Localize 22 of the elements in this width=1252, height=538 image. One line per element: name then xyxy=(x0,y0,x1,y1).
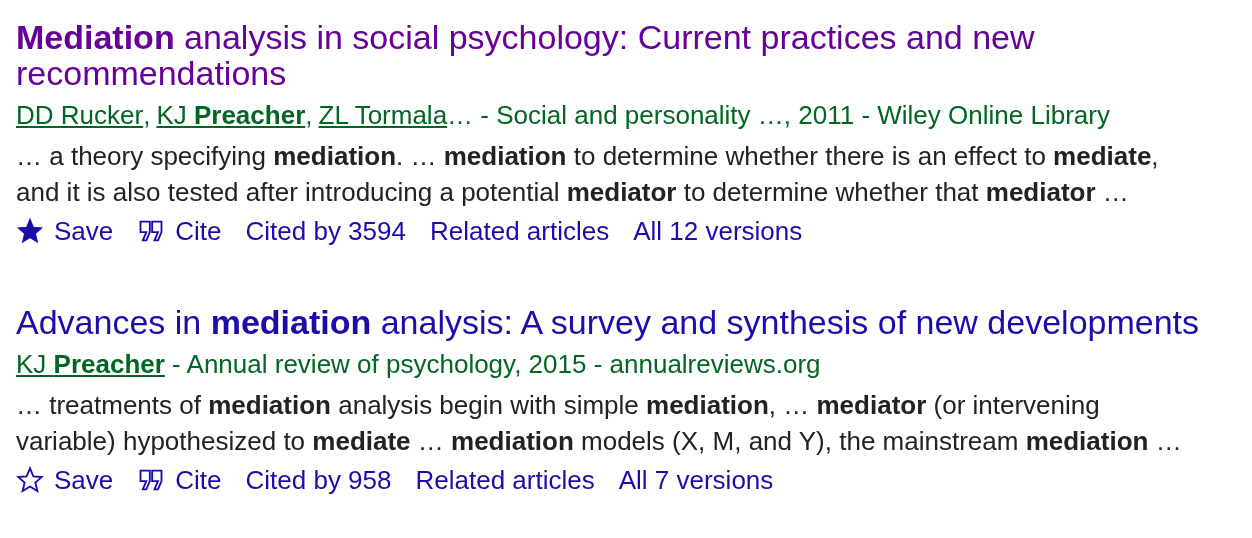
author-link[interactable]: KJ Preacher xyxy=(16,349,165,379)
result-link[interactable]: Cited by 958 xyxy=(245,462,392,498)
author-link[interactable]: KJ Preacher xyxy=(156,100,306,130)
comma-separator: , xyxy=(143,100,151,130)
author-link[interactable]: ZL Tormala xyxy=(318,100,448,130)
result-link[interactable]: Cited by 3594 xyxy=(245,213,406,249)
cite-link[interactable]: Cite xyxy=(137,213,222,249)
source-text: … - Social and personality …, 2011 - Wiley Online Library xyxy=(447,100,1110,130)
result-link[interactable]: Related articles xyxy=(429,213,610,249)
source-text: - Annual review of psychology, 2015 - annualreviews.org xyxy=(171,349,821,379)
cite-link[interactable]: Cite xyxy=(137,462,222,498)
result-snippet: … treatments of mediation analysis begin with simple mediation, … mediator (or intervening variable) hypothesized to mediate … mediation models (X, M, and Y), the mainstream mediation … xyxy=(16,389,1183,458)
result-title-link[interactable]: Advances in mediation analysis: A survey and synthesis of new developments xyxy=(16,304,1231,340)
author-link[interactable]: DD Rucker xyxy=(16,100,144,130)
result-link[interactable]: Related articles xyxy=(415,462,595,498)
result-link[interactable]: All 7 versions xyxy=(618,462,774,498)
save-link[interactable]: Save xyxy=(16,213,114,249)
result-title-link[interactable]: Mediation analysis in social psychology: Current practices and new recommendations xyxy=(16,19,1231,91)
result-link[interactable]: All 12 versions xyxy=(633,213,803,249)
comma-separator: , xyxy=(305,100,313,130)
result-snippet: … a theory specifying mediation. … mediation to determine whether there is an effect to mediate, and it is also tested after introducing a potential mediator to determine whether that mediator … xyxy=(16,140,1160,209)
save-link[interactable]: Save xyxy=(16,462,114,498)
